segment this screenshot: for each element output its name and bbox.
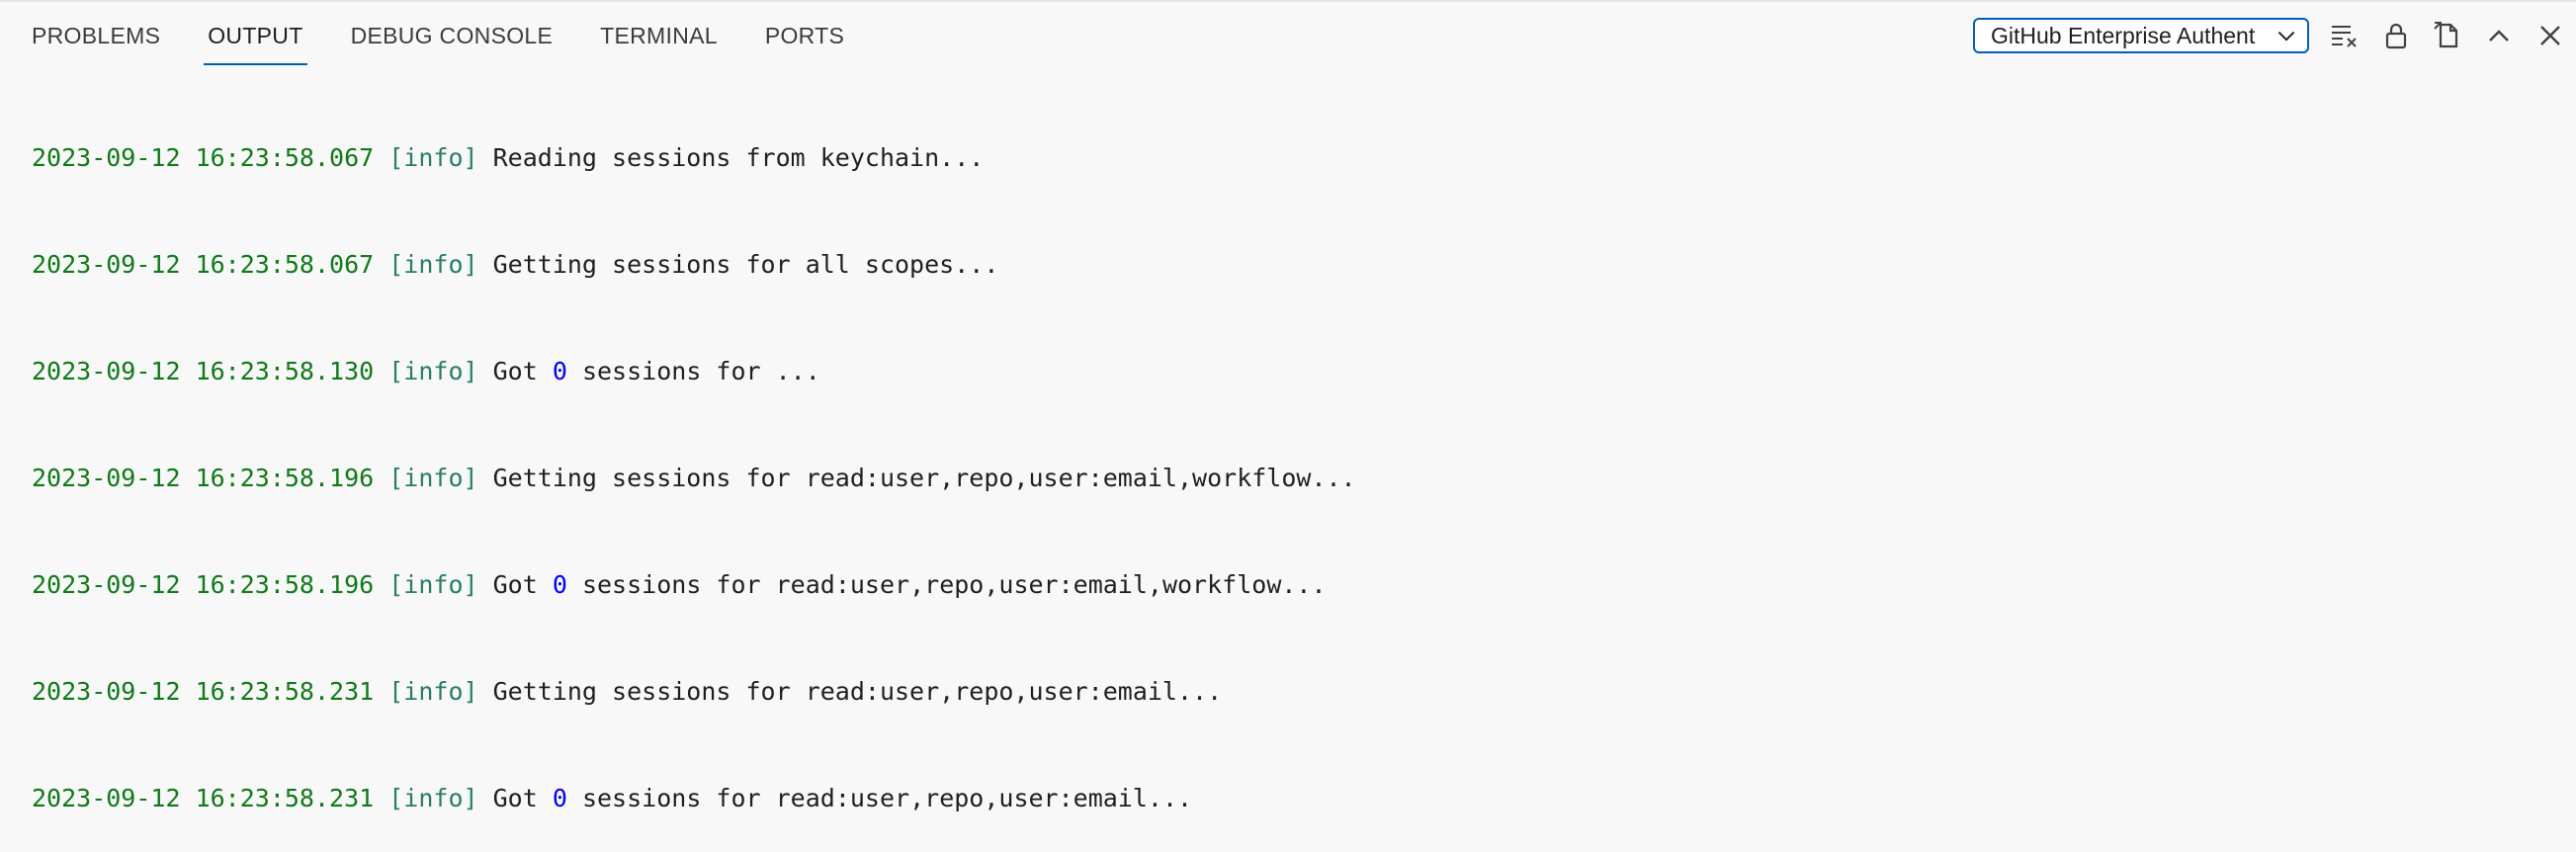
log-level: [info] [388,357,478,385]
maximize-panel-button[interactable] [2473,10,2525,61]
log-line: 2023-09-12 16:23:58.196 [info] Got 0 ses… [32,567,2544,603]
chevron-down-icon [2277,31,2295,42]
log-message-tail: sessions for read:user,repo,user:email..… [566,784,1193,812]
log-line: 2023-09-12 16:23:58.196 [info] Getting s… [32,461,2544,496]
open-output-in-editor-button[interactable] [2422,10,2473,61]
log-timestamp: 2023-09-12 16:23:58.067 [32,143,375,172]
log-message: Got [492,784,553,812]
log-level: [info] [388,143,478,172]
log-number: 0 [552,570,567,599]
panel-header: PROBLEMS OUTPUT DEBUG CONSOLE TERMINAL P… [0,2,2576,69]
tab-ports[interactable]: PORTS [765,2,844,69]
lock-icon [2385,23,2407,49]
clear-output-icon [2332,26,2357,47]
log-message-tail: sessions for ... [566,357,820,385]
log-line: 2023-09-12 16:23:58.231 [info] Getting s… [32,674,2544,710]
log-message: Getting sessions for read:user,repo,user… [492,677,1223,706]
log-message: Getting sessions for read:user,repo,user… [492,464,1356,492]
log-level: [info] [388,677,478,706]
open-in-editor-icon [2434,22,2458,48]
log-level: [info] [388,570,478,599]
close-icon [2540,26,2560,45]
panel-tabs: PROBLEMS OUTPUT DEBUG CONSOLE TERMINAL P… [32,2,892,69]
lock-scroll-button[interactable] [2370,10,2422,61]
close-panel-button[interactable] [2525,10,2576,61]
log-line: 2023-09-12 16:23:58.067 [info] Getting s… [32,247,2544,283]
tab-problems[interactable]: PROBLEMS [32,2,160,69]
log-timestamp: 2023-09-12 16:23:58.196 [32,464,375,492]
log-message-tail: sessions for read:user,repo,user:email,w… [566,570,1327,599]
log-timestamp: 2023-09-12 16:23:58.231 [32,677,375,706]
log-message: Got [492,357,553,385]
log-number: 0 [552,357,567,385]
log-number: 0 [552,784,567,812]
log-timestamp: 2023-09-12 16:23:58.130 [32,357,375,385]
tab-debug-console[interactable]: DEBUG CONSOLE [351,2,554,69]
log-message: Reading sessions from keychain... [492,143,985,172]
log-level: [info] [388,784,478,812]
panel-actions: GitHub Enterprise Authent [1973,2,2576,69]
log-timestamp: 2023-09-12 16:23:58.067 [32,250,375,279]
output-channel-label: GitHub Enterprise Authent [1991,22,2256,48]
log-timestamp: 2023-09-12 16:23:58.196 [32,570,375,599]
log-message: Got [492,570,553,599]
log-line: 2023-09-12 16:23:58.130 [info] Got 0 ses… [32,354,2544,389]
chevron-up-icon [2489,30,2509,42]
output-log[interactable]: 2023-09-12 16:23:58.067 [info] Reading s… [32,69,2544,812]
log-message: Getting sessions for all scopes... [492,250,999,279]
log-level: [info] [388,250,478,279]
clear-output-button[interactable] [2319,10,2370,61]
tab-terminal[interactable]: TERMINAL [600,2,718,69]
log-level: [info] [388,464,478,492]
log-line: 2023-09-12 16:23:58.231 [info] Got 0 ses… [32,781,2544,816]
log-timestamp: 2023-09-12 16:23:58.231 [32,784,375,812]
log-line: 2023-09-12 16:23:58.067 [info] Reading s… [32,140,2544,176]
tab-output[interactable]: OUTPUT [204,2,307,69]
output-channel-select[interactable]: GitHub Enterprise Authent [1973,18,2309,53]
